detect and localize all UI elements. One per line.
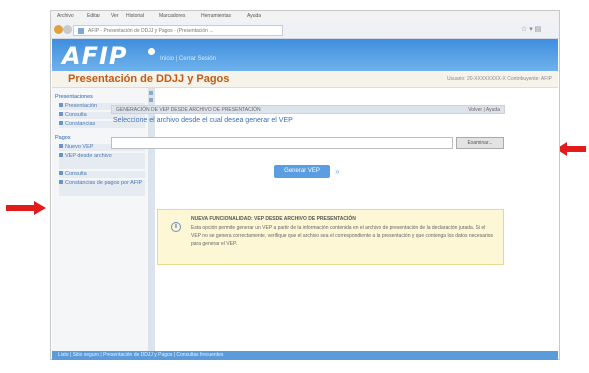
page-favicon-icon xyxy=(78,28,84,34)
status-bar: Listo | Sitio seguro | Presentación de D… xyxy=(52,351,558,360)
info-icon: i xyxy=(171,222,181,232)
afip-banner: AFIP Inicio | Cerrar Sesión xyxy=(52,39,558,71)
bullet-icon xyxy=(59,112,63,116)
menu-item[interactable]: Archivo xyxy=(57,13,74,19)
page-title: Presentación de DDJJ y Pagos xyxy=(68,73,230,85)
notice-title: NUEVA FUNCIONALIDAD: VEP DESDE ARCHIVO D… xyxy=(191,216,356,222)
collapse-arrow-icon[interactable] xyxy=(149,91,153,95)
sidebar-item-label: Presentación xyxy=(65,103,98,109)
sidebar-header-pagos[interactable]: Pagos xyxy=(55,135,71,141)
instruction-text: Seleccione el archivo desde el cual dese… xyxy=(113,117,293,124)
status-text: Listo | Sitio seguro | Presentación de D… xyxy=(58,352,224,358)
page-header: Presentación de DDJJ y Pagos Usuario: 20… xyxy=(52,71,558,88)
back-icon[interactable] xyxy=(54,25,63,34)
tab-title: AFIP - Presentación de DDJJ y Pagos - (P… xyxy=(88,28,214,34)
logo-dot-icon xyxy=(148,48,155,55)
section-header: GENERACIÓN DE VEP DESDE ARCHIVO DE PRESE… xyxy=(111,105,505,114)
sidebar-item-constancias-pagos[interactable]: Constancias de pagos por AFIP xyxy=(59,180,145,196)
info-notice: i NUEVA FUNCIONALIDAD: VEP DESDE ARCHIVO… xyxy=(157,209,504,265)
bullet-icon xyxy=(59,180,63,184)
menu-item[interactable]: Marcadores xyxy=(159,13,185,19)
menu-item[interactable]: Ayuda xyxy=(247,13,261,19)
menu-item[interactable]: Ver xyxy=(111,13,119,19)
sidebar-header-presentaciones[interactable]: Presentaciones xyxy=(55,94,93,100)
bullet-icon xyxy=(59,171,63,175)
menu-item[interactable]: Historial xyxy=(126,13,144,19)
sidebar-collapse-strip[interactable] xyxy=(148,88,155,352)
bullet-icon xyxy=(59,103,63,107)
top-navigation[interactable]: Inicio | Cerrar Sesión xyxy=(160,56,216,62)
user-info: Usuario: 20-XXXXXXXX-X Contribuyente: AF… xyxy=(446,76,552,82)
browser-menubar: Archivo Editar Ver Historial Marcadores … xyxy=(51,11,559,22)
section-title: GENERACIÓN DE VEP DESDE ARCHIVO DE PRESE… xyxy=(116,107,261,113)
sidebar-item-label: Constancias de pagos por AFIP xyxy=(65,180,143,186)
browser-window: Archivo Editar Ver Historial Marcadores … xyxy=(50,10,560,360)
browse-button[interactable]: Examinar... xyxy=(456,137,504,149)
afip-logo[interactable]: AFIP xyxy=(62,42,128,70)
menu-item[interactable]: Editar xyxy=(87,13,100,19)
bullet-icon xyxy=(59,144,63,148)
forward-icon[interactable] xyxy=(63,25,72,34)
notice-body: Esta opción permite generar un VEP a par… xyxy=(191,225,494,247)
browser-toolbar-controls[interactable]: ☆ ▾ ▤ xyxy=(521,25,541,33)
generate-vep-button[interactable]: Generar VEP xyxy=(274,165,330,178)
browser-tab[interactable]: AFIP - Presentación de DDJJ y Pagos - (P… xyxy=(73,25,283,36)
file-path-input[interactable] xyxy=(111,137,453,149)
sidebar-item-vep-desde-archivo[interactable]: VEP desde archivo xyxy=(59,153,145,169)
bullet-icon xyxy=(59,121,63,125)
sidebar-item-label: VEP desde archivo xyxy=(65,153,112,159)
sidebar-item-label: Constancias xyxy=(65,121,96,127)
section-help-links[interactable]: Volver | Ayuda xyxy=(468,107,500,113)
generate-arrow-icon: » xyxy=(335,167,340,176)
collapse-arrow-icon[interactable] xyxy=(149,98,153,102)
annotation-arrow-browse xyxy=(556,142,586,156)
annotation-arrow-sidebar xyxy=(6,201,46,215)
sidebar-item-consulta-pagos[interactable]: Consulta xyxy=(59,171,145,178)
sidebar-item-label: Consulta xyxy=(65,112,87,118)
sidebar-item-label: Consulta xyxy=(65,171,87,177)
sidebar-item-label: Nuevo VEP xyxy=(65,144,94,150)
bullet-icon xyxy=(59,153,63,157)
sidebar: Presentaciones Presentación Consulta Con… xyxy=(52,88,150,352)
browser-toolbar: AFIP - Presentación de DDJJ y Pagos - (P… xyxy=(51,22,559,39)
menu-item[interactable]: Herramientas xyxy=(201,13,231,19)
